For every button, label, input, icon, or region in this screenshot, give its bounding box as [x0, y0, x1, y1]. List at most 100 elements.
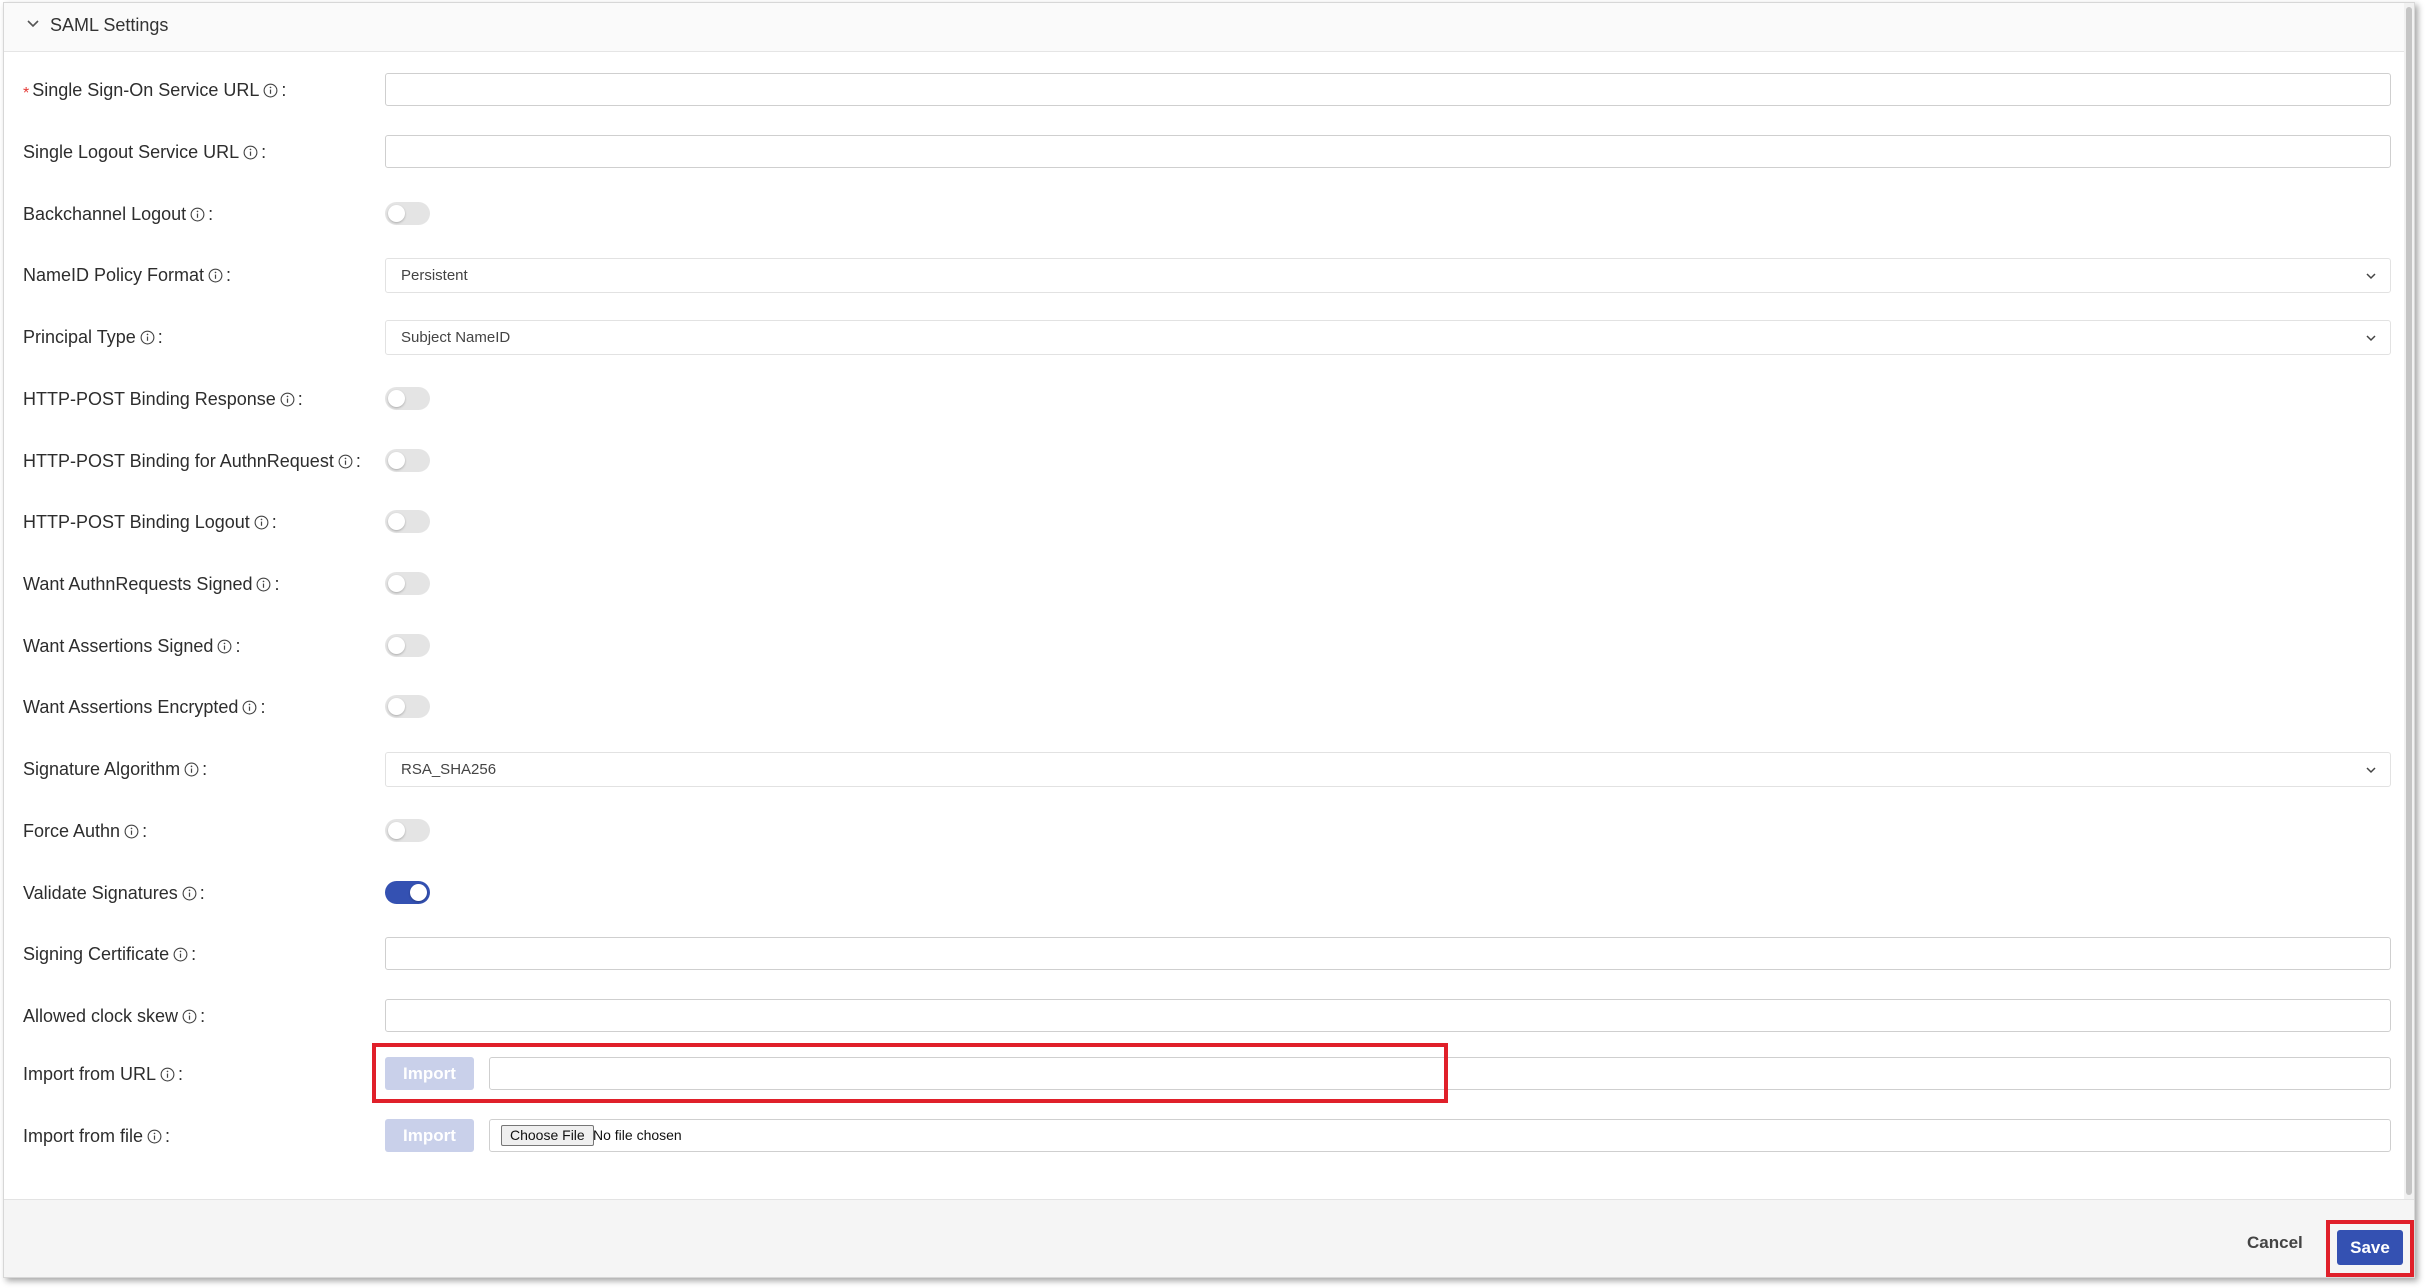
row-sso-url: * Single Sign-On Service URL:	[4, 59, 2414, 121]
principal-type-select[interactable]: Subject NameID	[385, 320, 2391, 355]
label-text: Single Sign-On Service URL	[32, 80, 260, 100]
want-authn-signed-toggle[interactable]	[385, 572, 430, 595]
footer-bar: Cancel Save	[4, 1199, 2414, 1277]
field-label: NameID Policy Format:	[23, 265, 232, 285]
required-asterisk: *	[23, 85, 30, 102]
label-text: Validate Signatures	[23, 883, 178, 903]
info-icon[interactable]	[243, 145, 258, 160]
info-icon[interactable]	[182, 1009, 197, 1024]
toggle-knob	[388, 390, 405, 407]
field-label: Signature Algorithm:	[23, 759, 208, 779]
row-force-authn: Force Authn:	[4, 800, 2414, 862]
save-button[interactable]: Save	[2337, 1230, 2403, 1265]
validate-signatures-toggle[interactable]	[385, 881, 430, 904]
chevron-down-icon[interactable]	[24, 15, 42, 33]
info-icon[interactable]	[338, 454, 353, 469]
toggle-knob	[388, 822, 405, 839]
field-label: * Single Sign-On Service URL:	[23, 80, 287, 102]
info-icon[interactable]	[184, 762, 199, 777]
vertical-scrollbar[interactable]	[2404, 3, 2414, 1199]
label-text: Signature Algorithm	[23, 759, 181, 779]
info-icon[interactable]	[263, 83, 278, 98]
field-label: Import from URL:	[23, 1064, 184, 1084]
row-want-authn-signed: Want AuthnRequests Signed:	[4, 553, 2414, 615]
chevron-down-icon	[2366, 767, 2376, 774]
info-icon[interactable]	[254, 515, 269, 530]
field-label: HTTP-POST Binding for AuthnRequest:	[23, 451, 361, 471]
row-post-binding-logout: HTTP-POST Binding Logout:	[4, 491, 2414, 553]
label-text: Single Logout Service URL	[23, 142, 240, 162]
field-label: Want AuthnRequests Signed:	[23, 574, 280, 594]
field-label: HTTP-POST Binding Response:	[23, 389, 303, 409]
info-icon[interactable]	[242, 700, 257, 715]
section-title: SAML Settings	[50, 15, 169, 35]
label-text: Want Assertions Encrypted	[23, 697, 239, 717]
allowed-clock-skew-input[interactable]	[385, 999, 2391, 1032]
label-text: HTTP-POST Binding Logout	[23, 512, 250, 532]
signature-algorithm-select[interactable]: RSA_SHA256	[385, 752, 2391, 787]
toggle-knob	[388, 637, 405, 654]
slo-url-input[interactable]	[385, 135, 2391, 168]
post-binding-response-toggle[interactable]	[385, 387, 430, 410]
signing-certificate-input[interactable]	[385, 937, 2391, 970]
import-file-button[interactable]: Import	[385, 1119, 474, 1152]
highlight-box-save: Save	[2326, 1220, 2414, 1277]
label-text: Want Assertions Signed	[23, 636, 214, 656]
label-text: Want AuthnRequests Signed	[23, 574, 253, 594]
want-assertions-signed-toggle[interactable]	[385, 634, 430, 657]
field-label: Want Assertions Encrypted:	[23, 697, 266, 717]
info-icon[interactable]	[217, 639, 232, 654]
info-icon[interactable]	[173, 947, 188, 962]
toggle-knob	[388, 698, 405, 715]
label-text: Principal Type	[23, 327, 136, 347]
info-icon[interactable]	[147, 1129, 162, 1144]
file-status-text: No file chosen	[593, 1127, 682, 1143]
cancel-button[interactable]: Cancel	[2247, 1233, 2303, 1253]
sso-url-input[interactable]	[385, 73, 2391, 106]
info-icon[interactable]	[124, 824, 139, 839]
label-text: Force Authn	[23, 821, 121, 841]
row-slo-url: Single Logout Service URL:	[4, 121, 2414, 183]
field-label: Validate Signatures:	[23, 883, 205, 903]
row-want-assertions-encrypted: Want Assertions Encrypted:	[4, 676, 2414, 738]
saml-settings-panel: SAML Settings * Single Sign-On Service UR…	[3, 2, 2415, 1278]
row-principal-type: Principal Type: Subject NameID	[4, 306, 2414, 368]
label-text: Backchannel Logout	[23, 204, 187, 224]
info-icon[interactable]	[160, 1067, 175, 1082]
nameid-policy-select[interactable]: Persistent	[385, 258, 2391, 293]
toggle-knob	[388, 575, 405, 592]
toggle-knob	[388, 513, 405, 530]
field-label: Signing Certificate:	[23, 944, 197, 964]
field-label: Single Logout Service URL:	[23, 142, 267, 162]
row-backchannel-logout: Backchannel Logout:	[4, 183, 2414, 245]
row-nameid-policy: NameID Policy Format: Persistent	[4, 244, 2414, 306]
want-assertions-encrypted-toggle[interactable]	[385, 695, 430, 718]
chevron-down-icon	[2366, 273, 2376, 280]
row-signing-certificate: Signing Certificate:	[4, 923, 2414, 985]
selected-value: Subject NameID	[401, 329, 511, 346]
selected-value: Persistent	[401, 267, 468, 284]
info-icon[interactable]	[280, 392, 295, 407]
post-binding-authn-toggle[interactable]	[385, 449, 430, 472]
force-authn-toggle[interactable]	[385, 819, 430, 842]
label-text: Allowed clock skew	[23, 1006, 179, 1026]
info-icon[interactable]	[208, 268, 223, 283]
section-header[interactable]: SAML Settings	[4, 3, 2414, 52]
row-want-assertions-signed: Want Assertions Signed:	[4, 615, 2414, 677]
import-url-button[interactable]: Import	[385, 1057, 474, 1090]
row-allowed-clock-skew: Allowed clock skew:	[4, 985, 2414, 1047]
choose-file-button[interactable]: Choose File	[501, 1125, 594, 1146]
import-url-input[interactable]	[489, 1057, 2391, 1090]
info-icon[interactable]	[140, 330, 155, 345]
row-post-binding-authn: HTTP-POST Binding for AuthnRequest:	[4, 430, 2414, 492]
post-binding-logout-toggle[interactable]	[385, 510, 430, 533]
info-icon[interactable]	[182, 886, 197, 901]
info-icon[interactable]	[190, 207, 205, 222]
backchannel-logout-toggle[interactable]	[385, 202, 430, 225]
toggle-knob	[388, 452, 405, 469]
info-icon[interactable]	[256, 577, 271, 592]
field-label: HTTP-POST Binding Logout:	[23, 512, 277, 532]
scrollbar-thumb[interactable]	[2406, 7, 2412, 1195]
label-text: Import from URL	[23, 1064, 157, 1084]
file-input[interactable]: Choose File No file chosen	[489, 1119, 2391, 1152]
